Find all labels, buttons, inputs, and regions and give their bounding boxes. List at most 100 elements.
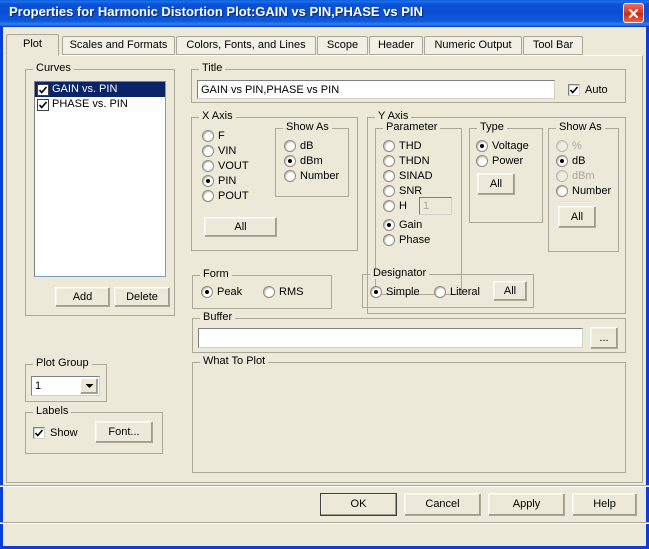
cancel-label: Cancel <box>425 498 460 510</box>
x-axis-all-button[interactable]: All <box>204 217 277 237</box>
tab-numeric-output[interactable]: Numeric Output <box>424 36 522 55</box>
ok-button[interactable]: OK <box>320 493 397 516</box>
chevron-down-glyph <box>85 384 93 388</box>
tab-strip: Plot Scales and Formats Colors, Fonts, a… <box>6 34 643 56</box>
labels-font-label: Font... <box>108 425 140 438</box>
buffer-input[interactable] <box>198 328 583 348</box>
y-axis-type-radio-voltage[interactable]: Voltage <box>476 140 529 152</box>
radio-dot <box>434 286 446 298</box>
apply-button[interactable]: Apply <box>488 493 565 516</box>
apply-label: Apply <box>512 498 541 510</box>
radio-dot <box>383 219 395 231</box>
y-axis-show-as-radio-dbm[interactable]: dBm <box>556 170 595 182</box>
y-axis-show-as-radio-number[interactable]: Number <box>556 185 611 197</box>
y-axis-parameter-radio-sinad[interactable]: SINAD <box>383 170 433 182</box>
radio-dot <box>263 286 275 298</box>
radio-dot <box>202 160 214 172</box>
curves-listbox[interactable]: GAIN vs. PIN PHASE vs. PIN <box>34 81 166 277</box>
y-axis-show-as-radio-db[interactable]: dB <box>556 155 585 167</box>
y-axis-type-radio-power[interactable]: Power <box>476 155 523 167</box>
tab-scope[interactable]: Scope <box>317 36 368 55</box>
y-axis-parameter-radio-thd[interactable]: THD <box>383 140 422 152</box>
designator-option-label: Literal <box>450 286 480 298</box>
form-radio-rms[interactable]: RMS <box>263 286 303 298</box>
designator-all-label: All <box>503 284 517 297</box>
list-item[interactable]: PHASE vs. PIN <box>35 97 165 112</box>
x-axis-radio-pout[interactable]: POUT <box>202 190 249 202</box>
window-title: Properties for Harmonic Distortion Plot:… <box>9 4 423 19</box>
x-axis-all-label: All <box>234 220 247 233</box>
designator-radio-literal[interactable]: Literal <box>434 286 480 298</box>
x-axis-show-as-label: Number <box>300 170 340 182</box>
tab-scales-and-formats[interactable]: Scales and Formats <box>62 36 175 55</box>
tab-label: Header <box>377 39 415 51</box>
tab-plot[interactable]: Plot <box>6 34 59 56</box>
radio-dot <box>383 200 395 212</box>
x-axis-radio-vout[interactable]: VOUT <box>202 160 249 172</box>
y-axis-show-as-radio-percent[interactable]: % <box>556 140 582 152</box>
y-axis-show-as-all-button[interactable]: All <box>558 206 596 228</box>
radio-dot <box>556 185 568 197</box>
x-axis-option-label: VOUT <box>218 160 249 172</box>
title-input[interactable]: GAIN vs PIN,PHASE vs PIN <box>197 80 555 99</box>
tab-label: Numeric Output <box>434 39 512 51</box>
add-curve-button[interactable]: Add <box>55 287 110 307</box>
y-axis-parameter-radio-gain[interactable]: Gain <box>383 219 422 231</box>
designator-radio-simple[interactable]: Simple <box>370 286 420 298</box>
buffer-browse-button[interactable]: ... <box>590 327 618 349</box>
radio-dot <box>202 130 214 142</box>
plot-group-value: 1 <box>35 380 42 392</box>
x-axis-group-title: X Axis <box>199 111 236 122</box>
buffer-browse-label: ... <box>599 331 609 344</box>
delete-curve-button[interactable]: Delete <box>114 287 170 307</box>
x-axis-show-as-radio-db[interactable]: dB <box>284 140 313 152</box>
x-axis-show-as-radio-number[interactable]: Number <box>284 170 339 182</box>
labels-show-checkbox[interactable]: Show <box>33 427 78 439</box>
y-axis-parameter-title: Parameter <box>383 122 441 133</box>
close-button[interactable] <box>623 3 644 23</box>
x-axis-show-as-label: dB <box>300 140 314 152</box>
y-axis-show-as-all-label: All <box>570 210 584 223</box>
curve-checkbox[interactable] <box>37 98 49 111</box>
radio-dot <box>476 155 488 167</box>
labels-font-button[interactable]: Font... <box>95 421 153 443</box>
y-axis-parameter-radio-h[interactable]: H <box>383 200 407 212</box>
chevron-down-icon[interactable] <box>80 378 98 394</box>
help-button[interactable]: Help <box>572 493 637 516</box>
x-axis-radio-vin[interactable]: VIN <box>202 145 236 157</box>
radio-dot <box>284 170 296 182</box>
radio-dot <box>202 175 214 187</box>
tab-colors-fonts-and-lines[interactable]: Colors, Fonts, and Lines <box>176 36 316 55</box>
radio-dot <box>370 286 382 298</box>
tab-header[interactable]: Header <box>369 36 423 55</box>
x-axis-radio-pin[interactable]: PIN <box>202 175 236 187</box>
y-axis-type-all-button[interactable]: All <box>477 173 515 195</box>
cancel-button[interactable]: Cancel <box>404 493 481 516</box>
y-axis-parameter-radio-snr[interactable]: SNR <box>383 185 422 197</box>
form-radio-peak[interactable]: Peak <box>201 286 242 298</box>
radio-dot <box>202 190 214 202</box>
y-axis-parameter-label: Gain <box>399 219 423 231</box>
harmonic-number-value: 1 <box>423 200 430 212</box>
curve-checkbox[interactable] <box>37 83 49 96</box>
radio-dot <box>476 140 488 152</box>
designator-all-button[interactable]: All <box>493 281 527 301</box>
x-axis-show-as-radio-dbm[interactable]: dBm <box>284 155 323 167</box>
x-axis-radio-f[interactable]: F <box>202 130 225 142</box>
plot-group-combo[interactable]: 1 <box>31 376 100 396</box>
y-axis-parameter-radio-phase[interactable]: Phase <box>383 234 430 246</box>
title-auto-checkbox[interactable]: Auto <box>568 84 608 96</box>
list-item[interactable]: GAIN vs. PIN <box>35 82 165 97</box>
help-label: Help <box>593 498 616 510</box>
plot-group-title: Plot Group <box>33 358 92 369</box>
designator-group-title: Designator <box>370 268 430 279</box>
tab-tool-bar[interactable]: Tool Bar <box>523 36 583 55</box>
y-axis-parameter-radio-thdn[interactable]: THDN <box>383 155 430 167</box>
what-to-plot-group: What To Plot <box>192 356 626 473</box>
x-axis-option-label: PIN <box>218 175 237 187</box>
tab-page-plot: Curves GAIN vs. PIN PHASE vs. PIN Add De… <box>6 55 643 483</box>
check-icon <box>569 86 579 94</box>
title-input-value: GAIN vs PIN,PHASE vs PIN <box>201 83 340 96</box>
harmonic-number-input[interactable]: 1 <box>419 197 452 215</box>
titlebar: Properties for Harmonic Distortion Plot:… <box>0 0 649 27</box>
